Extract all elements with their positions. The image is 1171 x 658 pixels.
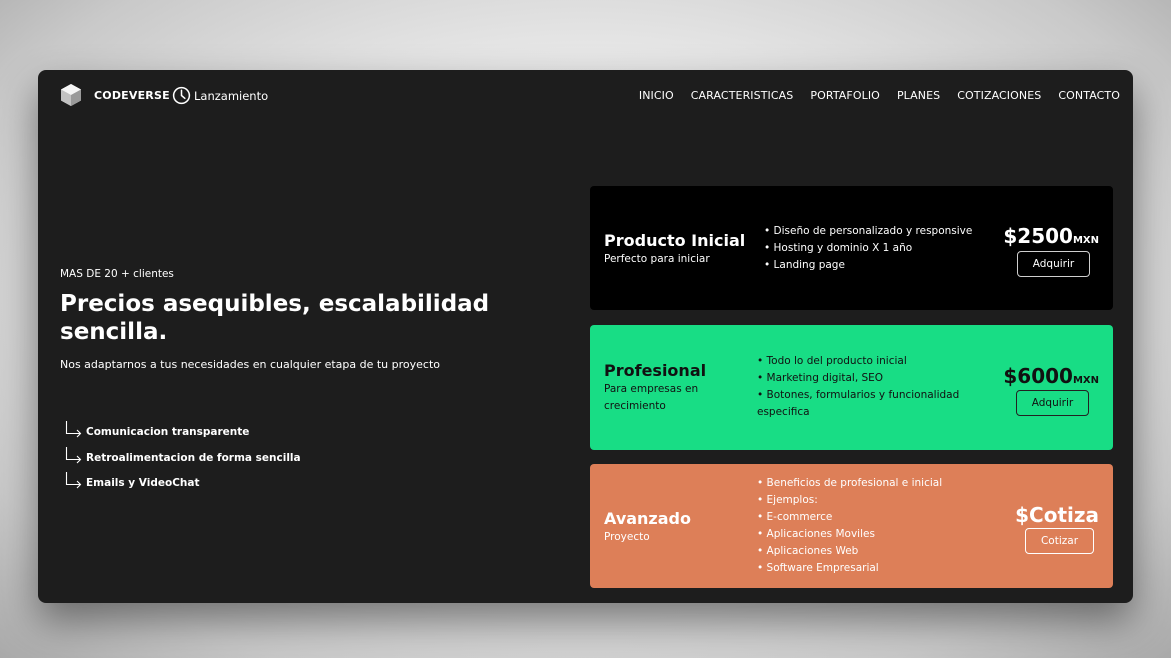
plan-feature: • Beneficios de profesional e inicial: [757, 477, 943, 489]
plan-card-inicial: Producto Inicial Perfecto para iniciar •…: [590, 186, 1113, 310]
quote-button[interactable]: Cotizar: [1025, 528, 1094, 554]
plan-features: • Beneficios de profesional e inicial • …: [757, 475, 942, 577]
buy-button[interactable]: Adquirir: [1016, 390, 1089, 416]
nav-item-portafolio[interactable]: PORTAFOLIO: [810, 89, 880, 102]
price-amount: $Cotiza: [1015, 503, 1099, 527]
return-arrow-icon: [65, 446, 82, 463]
feature-label: Retroalimentacion de forma sencilla: [86, 451, 301, 464]
plan-feature: • Todo lo del producto inicial: [757, 355, 907, 367]
plan-card-profesional: Profesional Para empresas en crecimiento…: [590, 325, 1113, 450]
nav-item-planes[interactable]: PLANES: [897, 89, 940, 102]
feature-item: Emails y VideoChat: [64, 471, 301, 489]
hero-subline: Nos adaptarnos a tus necesidades en cual…: [60, 358, 441, 371]
plan-title: Avanzado: [604, 509, 691, 528]
nav-item-inicio[interactable]: INICIO: [639, 89, 674, 102]
clients-kicker: MAS DE 20 + clientes: [60, 268, 174, 280]
price-currency: MXN: [1072, 235, 1099, 246]
plan-feature: • Software Empresarial: [757, 562, 879, 574]
nav-item-caracteristicas[interactable]: CARACTERISTICAS: [691, 89, 794, 102]
nav-item-contacto[interactable]: CONTACTO: [1058, 89, 1120, 102]
price-amount: $6000: [1003, 364, 1073, 388]
price-amount: $2500: [1003, 224, 1073, 248]
plan-feature: • Ejemplos:: [757, 494, 818, 506]
return-arrow-icon: [65, 421, 82, 438]
feature-item: Retroalimentacion de forma sencilla: [64, 446, 301, 464]
cube-icon[interactable]: [60, 83, 82, 107]
hero-headline: Precios asequibles, escalabilidad sencil…: [60, 291, 490, 345]
plan-subtitle: Proyecto: [604, 531, 650, 543]
launch-label: Lanzamiento: [194, 88, 269, 103]
plan-feature: • Diseño de personalizado y responsive: [764, 225, 973, 237]
plan-subtitle: Para empresas en crecimiento: [604, 383, 699, 412]
feature-label: Comunicacion transparente: [86, 426, 250, 438]
nav-item-cotizaciones[interactable]: COTIZACIONES: [957, 89, 1041, 102]
plan-feature: • E-commerce: [757, 511, 833, 523]
launch-link[interactable]: Lanzamiento: [172, 86, 268, 105]
clock-icon: [172, 86, 191, 105]
plan-price: $Cotiza: [1015, 503, 1099, 527]
plan-feature: • Marketing digital, SEO: [757, 372, 884, 384]
plan-features: • Diseño de personalizado y responsive •…: [764, 223, 972, 274]
plan-feature: • Hosting y dominio X 1 año: [764, 242, 913, 254]
plan-price: $2500MXN: [1003, 224, 1099, 248]
plan-title: Producto Inicial: [604, 231, 746, 250]
plan-feature: • Aplicaciones Moviles: [757, 528, 875, 540]
price-currency: MXN: [1072, 375, 1099, 386]
plan-feature: • Botones, formularios y funcionalidad e…: [757, 389, 960, 418]
feature-label: Emails y VideoChat: [86, 477, 200, 489]
plan-price: $6000MXN: [1003, 364, 1099, 388]
plan-feature: • Landing page: [764, 259, 845, 271]
feature-list: Comunicacion transparente Retroalimentac…: [64, 420, 301, 497]
plan-features: • Todo lo del producto inicial • Marketi…: [757, 353, 985, 421]
feature-item: Comunicacion transparente: [64, 420, 301, 438]
plan-title: Profesional: [604, 361, 707, 380]
brand-name[interactable]: CODEVERSE: [94, 89, 170, 102]
main-nav: INICIO CARACTERISTICAS PORTAFOLIO PLANES…: [639, 89, 1120, 102]
plan-subtitle: Perfecto para iniciar: [604, 253, 710, 265]
buy-button[interactable]: Adquirir: [1017, 251, 1090, 277]
app-window: CODEVERSE Lanzamiento INICIO CARACTERIST…: [38, 70, 1133, 603]
plan-card-avanzado: Avanzado Proyecto • Beneficios de profes…: [590, 464, 1113, 588]
plan-feature: • Aplicaciones Web: [757, 545, 859, 557]
return-arrow-icon: [65, 472, 82, 489]
